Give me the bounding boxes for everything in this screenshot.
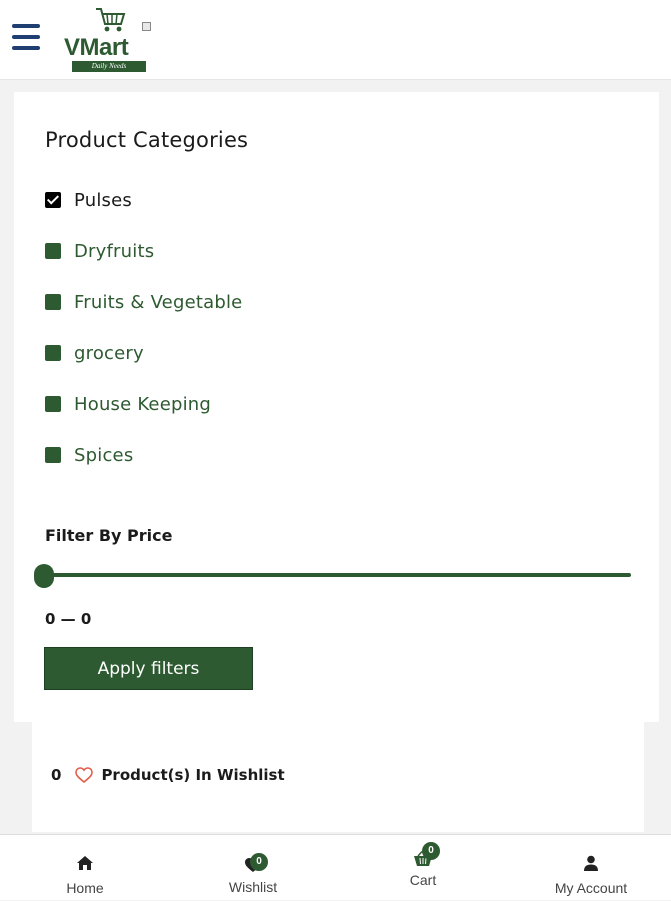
category-checkbox[interactable] — [45, 294, 61, 310]
nav-my-account-label: My Account — [554, 880, 628, 896]
hamburger-menu-icon[interactable] — [12, 24, 42, 50]
user-icon — [583, 855, 599, 871]
category-label: Fruits & Vegetable — [74, 291, 243, 313]
wishlist-label: Product(s) In Wishlist — [101, 766, 285, 784]
nav-my-account[interactable]: My Account — [540, 835, 642, 901]
category-label: Dryfruits — [74, 240, 155, 262]
price-slider-track[interactable] — [44, 573, 631, 577]
home-icon — [76, 855, 94, 871]
price-filter-title: Filter By Price — [45, 526, 173, 545]
cart-logo-icon — [96, 8, 126, 32]
categories-title: Product Categories — [45, 128, 249, 152]
wishlist-summary: 0 Product(s) In Wishlist — [32, 722, 644, 832]
category-label: Pulses — [74, 189, 132, 211]
apply-filters-button[interactable]: Apply filters — [44, 647, 253, 690]
category-checkbox[interactable] — [45, 447, 61, 463]
category-item-dryfruits[interactable]: Dryfruits — [45, 239, 305, 263]
logo-tagline: Daily Needs — [72, 61, 146, 72]
cart-badge: 0 — [422, 842, 440, 860]
top-header: VMart Daily Needs — [0, 0, 671, 80]
category-checkbox[interactable] — [45, 192, 61, 208]
category-checkbox[interactable] — [45, 396, 61, 412]
price-range-value: 0 — 0 — [45, 610, 92, 628]
wishlist-count: 0 — [51, 766, 62, 784]
category-item-fruits-vegetable[interactable]: Fruits & Vegetable — [45, 290, 305, 314]
nav-home[interactable]: Home — [40, 835, 130, 901]
category-checkbox[interactable] — [45, 345, 61, 361]
nav-home-label: Home — [66, 880, 104, 896]
price-slider-handle[interactable] — [34, 564, 54, 588]
wishlist-badge: 0 — [250, 853, 268, 871]
category-item-grocery[interactable]: grocery — [45, 341, 305, 365]
nav-cart-label: Cart — [409, 872, 437, 888]
category-item-pulses[interactable]: Pulses — [45, 188, 305, 212]
filter-panel: Product Categories Pulses Dryfruits Frui… — [14, 92, 659, 722]
bottom-navigation: Home 0 Wishlist 0 Cart My Account — [0, 834, 671, 900]
nav-cart[interactable]: 0 Cart — [378, 835, 468, 901]
category-item-spices[interactable]: Spices — [45, 443, 305, 467]
category-label: Spices — [74, 444, 134, 466]
logo-text: VMart — [64, 34, 129, 61]
heart-outline-icon — [75, 767, 94, 783]
category-item-house-keeping[interactable]: House Keeping — [45, 392, 305, 416]
vmart-logo[interactable]: VMart Daily Needs — [64, 6, 160, 72]
category-label: grocery — [74, 342, 144, 364]
nav-wishlist[interactable]: 0 Wishlist — [208, 835, 298, 901]
nav-wishlist-label: Wishlist — [228, 879, 278, 895]
category-label: House Keeping — [74, 393, 212, 415]
wishlist-row[interactable]: 0 Product(s) In Wishlist — [51, 766, 285, 784]
flag-icon — [142, 22, 151, 31]
category-checkbox[interactable] — [45, 243, 61, 259]
